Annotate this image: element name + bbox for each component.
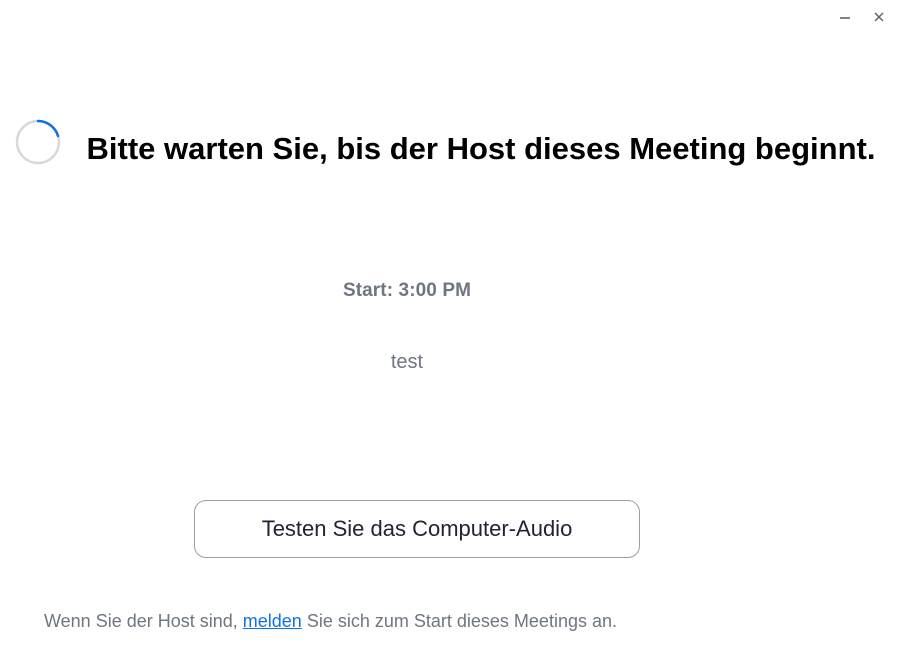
close-button[interactable] xyxy=(862,4,896,30)
test-computer-audio-button[interactable]: Testen Sie das Computer-Audio xyxy=(194,500,640,558)
host-note-suffix: Sie sich zum Start dieses Meetings an. xyxy=(306,611,617,631)
sign-in-link[interactable]: melden xyxy=(243,611,302,631)
minimize-button[interactable] xyxy=(828,4,862,30)
waiting-room-window: Bitte warten Sie, bis der Host dieses Me… xyxy=(0,0,902,666)
host-sign-in-note: Wenn Sie der Host sind, melden Sie sich … xyxy=(44,611,617,632)
waiting-message: Bitte warten Sie, bis der Host dieses Me… xyxy=(0,118,902,218)
loading-spinner-icon xyxy=(14,118,62,166)
close-icon xyxy=(872,10,886,24)
meeting-start-time: Start: 3:00 PM xyxy=(342,280,472,301)
waiting-title: Bitte warten Sie, bis der Host dieses Me… xyxy=(86,131,876,166)
window-controls xyxy=(828,4,896,30)
meeting-topic: test xyxy=(390,351,424,373)
host-note-prefix: Wenn Sie der Host sind, xyxy=(44,611,238,631)
minimize-icon xyxy=(838,10,852,24)
